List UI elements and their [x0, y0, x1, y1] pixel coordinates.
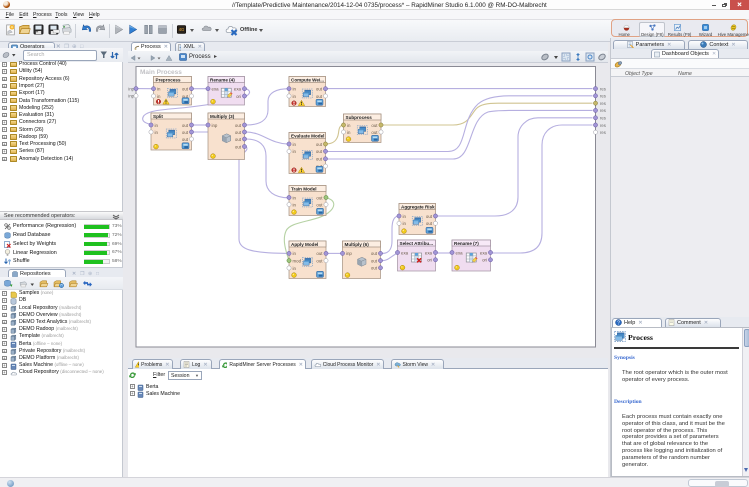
svg-text:out: out: [316, 94, 323, 99]
svg-text:Train Model: Train Model: [291, 186, 317, 191]
svg-text:out: out: [235, 123, 242, 128]
svg-text:res: res: [600, 94, 606, 99]
svg-text:4G: 4G: [179, 27, 185, 32]
svg-text:Compute Wei...: Compute Wei...: [291, 77, 324, 82]
svg-text:res: res: [600, 86, 606, 91]
svg-text:in: in: [155, 130, 159, 135]
svg-text:Apply Model: Apply Model: [291, 242, 318, 247]
svg-text:Rename (7): Rename (7): [454, 241, 479, 246]
svg-text:exa: exa: [401, 250, 409, 255]
svg-text:in: in: [293, 251, 297, 256]
svg-text:exa: exa: [480, 250, 488, 255]
svg-text:out: out: [182, 130, 189, 135]
svg-text:res: res: [600, 108, 606, 113]
svg-text:in: in: [347, 123, 351, 128]
svg-text:in: in: [293, 87, 297, 92]
svg-text:Multiply (3): Multiply (3): [210, 114, 235, 119]
svg-text:in: in: [347, 130, 351, 135]
svg-text:out: out: [316, 258, 323, 263]
svg-text:in: in: [157, 87, 161, 92]
svg-text:in: in: [293, 195, 297, 200]
svg-text:inp: inp: [212, 123, 218, 128]
svg-text:out: out: [235, 137, 242, 142]
svg-text:in: in: [293, 149, 297, 154]
svg-text:in: in: [293, 94, 297, 99]
svg-text:out: out: [316, 202, 323, 207]
svg-text:in: in: [155, 123, 159, 128]
svg-text:out: out: [235, 144, 242, 149]
svg-text:res: res: [600, 130, 606, 135]
svg-text:Select Attribu...: Select Attribu...: [400, 241, 434, 246]
svg-text:out: out: [182, 123, 189, 128]
svg-text:in: in: [157, 94, 161, 99]
svg-text:inp: inp: [346, 251, 352, 256]
svg-text:Main Process: Main Process: [140, 69, 182, 76]
svg-text:res: res: [600, 123, 606, 128]
svg-text:res: res: [600, 101, 606, 106]
svg-text:in: in: [293, 142, 297, 147]
svg-text:out: out: [371, 123, 378, 128]
svg-text:Evaluate Model: Evaluate Model: [291, 133, 324, 138]
svg-text:Multiply (6): Multiply (6): [345, 242, 370, 247]
svg-text:in: in: [403, 221, 407, 226]
svg-text:Subprocess: Subprocess: [346, 115, 373, 120]
svg-text:ori: ori: [482, 258, 487, 263]
svg-text:mod: mod: [293, 258, 302, 263]
svg-text:out: out: [316, 157, 323, 162]
svg-text:ori: ori: [427, 258, 432, 263]
svg-text:in: in: [293, 202, 297, 207]
svg-text:out: out: [371, 266, 378, 271]
svg-text:out: out: [426, 221, 433, 226]
svg-text:in: in: [403, 214, 407, 219]
svg-text:out: out: [316, 149, 323, 154]
svg-text:out: out: [316, 251, 323, 256]
svg-text:Aggregate Risk: Aggregate Risk: [401, 204, 435, 209]
svg-text:exa: exa: [425, 250, 433, 255]
svg-text:?: ?: [617, 321, 620, 327]
svg-text:out: out: [316, 142, 323, 147]
svg-text:Rename (4): Rename (4): [210, 77, 235, 82]
svg-text:out: out: [371, 251, 378, 256]
svg-text:ori: ori: [236, 94, 241, 99]
svg-text:Preprocess: Preprocess: [156, 77, 181, 82]
svg-text:res: res: [600, 116, 606, 121]
svg-text:Split: Split: [153, 114, 163, 119]
svg-text:out: out: [316, 87, 323, 92]
svg-text:exa: exa: [234, 87, 242, 92]
svg-text:out: out: [426, 214, 433, 219]
svg-text:out: out: [371, 258, 378, 263]
svg-text:out: out: [182, 87, 189, 92]
svg-text:exa: exa: [456, 250, 464, 255]
svg-text:exa: exa: [212, 87, 220, 92]
svg-text:in: in: [293, 266, 297, 271]
svg-text:out: out: [235, 130, 242, 135]
svg-text:out: out: [371, 130, 378, 135]
svg-text:out: out: [182, 137, 189, 142]
svg-text:out: out: [316, 195, 323, 200]
